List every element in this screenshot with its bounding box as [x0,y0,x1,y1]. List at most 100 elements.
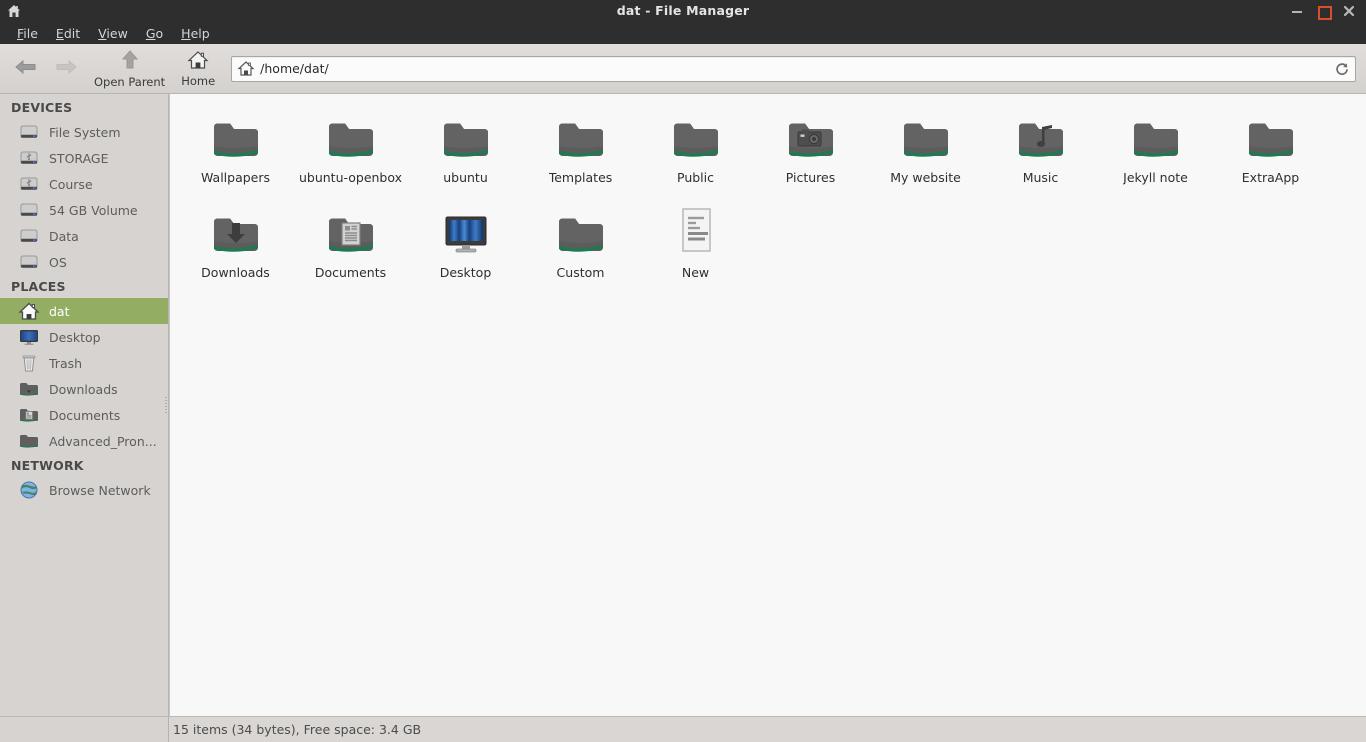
reload-icon[interactable] [1331,58,1353,80]
file-item-new[interactable]: New [638,203,753,298]
drive-icon [18,225,40,247]
home-icon [18,300,40,322]
sidebar-label: dat [49,303,70,319]
file-item-ubuntu-openbox[interactable]: ubuntu-openbox [293,108,408,203]
path-home-icon [237,60,255,78]
sidebar-item-downloads[interactable]: Downloads [0,376,168,402]
sidebar-item-os[interactable]: OS [0,249,168,275]
file-item-pictures[interactable]: Pictures [753,108,868,203]
file-item-music[interactable]: Music [983,108,1098,203]
drive-icon [18,199,40,221]
sidebar-label: Course [49,176,93,192]
sidebar-label: STORAGE [49,150,109,166]
status-bar: 15 items (34 bytes), Free space: 3.4 GB [0,716,1366,742]
menu-file[interactable]: File [8,24,47,43]
home-button[interactable]: Home [173,46,223,92]
open-parent-button[interactable]: Open Parent [86,46,173,92]
file-label: My website [890,170,961,185]
sidebar-item-storage[interactable]: STORAGE [0,145,168,171]
sidebar-item-54-gb-volume[interactable]: 54 GB Volume [0,197,168,223]
menu-go[interactable]: Go [137,24,172,43]
file-item-my-website[interactable]: My website [868,108,983,203]
usb-drive-icon [18,147,40,169]
folder-icon [439,112,493,164]
sidebar-item-file-system[interactable]: File System [0,119,168,145]
documents-folder-icon [18,404,40,426]
folder-icon [899,112,953,164]
window-controls [1290,4,1366,20]
menu-go-rest: o [155,25,164,41]
menu-help-rest: elp [190,25,210,41]
file-label: Custom [556,265,605,280]
file-label: Wallpapers [200,170,271,185]
pictures-folder-icon [784,112,838,164]
close-icon[interactable] [1342,4,1356,18]
file-item-desktop[interactable]: Desktop [408,203,523,298]
downloads-folder-icon [209,207,263,259]
file-item-public[interactable]: Public [638,108,753,203]
sidebar-label: OS [49,254,67,270]
file-item-documents[interactable]: Documents [293,203,408,298]
monitor-icon [18,326,40,348]
back-button[interactable] [6,47,46,91]
file-label: New [681,265,710,280]
sidebar-label: Trash [49,355,83,371]
home-icon [187,50,209,74]
sidebar-label: Data [49,228,79,244]
file-item-ubuntu[interactable]: ubuntu [408,108,523,203]
menu-help[interactable]: Help [172,24,219,43]
sidebar-label: Browse Network [49,482,151,498]
forward-button[interactable] [46,47,86,91]
sidebar: DEVICES File System STORAGE Course 54 GB… [0,94,169,716]
window-home-icon [6,3,26,19]
menu-file-rest: ile [23,25,38,41]
sidebar-label: Downloads [49,381,118,397]
maximize-icon[interactable] [1316,4,1332,20]
drive-icon [18,121,40,143]
file-item-jekyll-note[interactable]: Jekyll note [1098,108,1213,203]
sidebar-item-advanced-pron[interactable]: Advanced_Pron... [0,428,168,454]
folder-icon [1244,112,1298,164]
toolbar: Open Parent Home /home/dat/ [0,44,1366,94]
folder-icon [554,207,608,259]
sidebar-item-documents[interactable]: Documents [0,402,168,428]
menu-view[interactable]: View [89,24,137,43]
file-manager-window: dat - File Manager File Edit View Go Hel… [0,0,1366,742]
path-bar[interactable]: /home/dat/ [231,55,1356,82]
menu-go-mnemonic: G [145,25,156,41]
sidebar-item-trash[interactable]: Trash [0,350,168,376]
file-label: Documents [314,265,387,280]
file-item-templates[interactable]: Templates [523,108,638,203]
menu-edit[interactable]: Edit [47,24,89,43]
drive-icon [18,251,40,273]
file-label: ubuntu-openbox [298,170,403,185]
sidebar-label: 54 GB Volume [49,202,138,218]
file-item-downloads[interactable]: Downloads [178,203,293,298]
sidebar-item-desktop[interactable]: Desktop [0,324,168,350]
sidebar-item-course[interactable]: Course [0,171,168,197]
path-input[interactable]: /home/dat/ [260,61,1331,76]
downloads-folder-icon [18,378,40,400]
file-item-custom[interactable]: Custom [523,203,638,298]
menu-bar: File Edit View Go Help [0,22,1366,44]
folder-icon [554,112,608,164]
open-parent-label: Open Parent [94,75,166,89]
sidebar-header-network: NETWORK [11,458,84,473]
sidebar-item-dat[interactable]: dat [0,298,168,324]
sidebar-item-browse-network[interactable]: Browse Network [0,477,168,503]
music-folder-icon [1014,112,1068,164]
menu-edit-rest: dit [63,25,81,41]
main-body: DEVICES File System STORAGE Course 54 GB… [0,94,1366,716]
file-view[interactable]: Wallpapers ubuntu-openbox ubuntu Templat… [169,94,1366,716]
file-item-wallpapers[interactable]: Wallpapers [178,108,293,203]
usb-drive-icon [18,173,40,195]
sidebar-splitter[interactable] [163,94,168,716]
trash-icon [18,352,40,374]
minimize-icon[interactable] [1290,4,1304,18]
sidebar-item-data[interactable]: Data [0,223,168,249]
folder-icon [669,112,723,164]
file-label: Pictures [785,170,836,185]
file-label: Templates [548,170,613,185]
file-item-extraapp[interactable]: ExtraApp [1213,108,1328,203]
text-document-icon [669,207,723,259]
